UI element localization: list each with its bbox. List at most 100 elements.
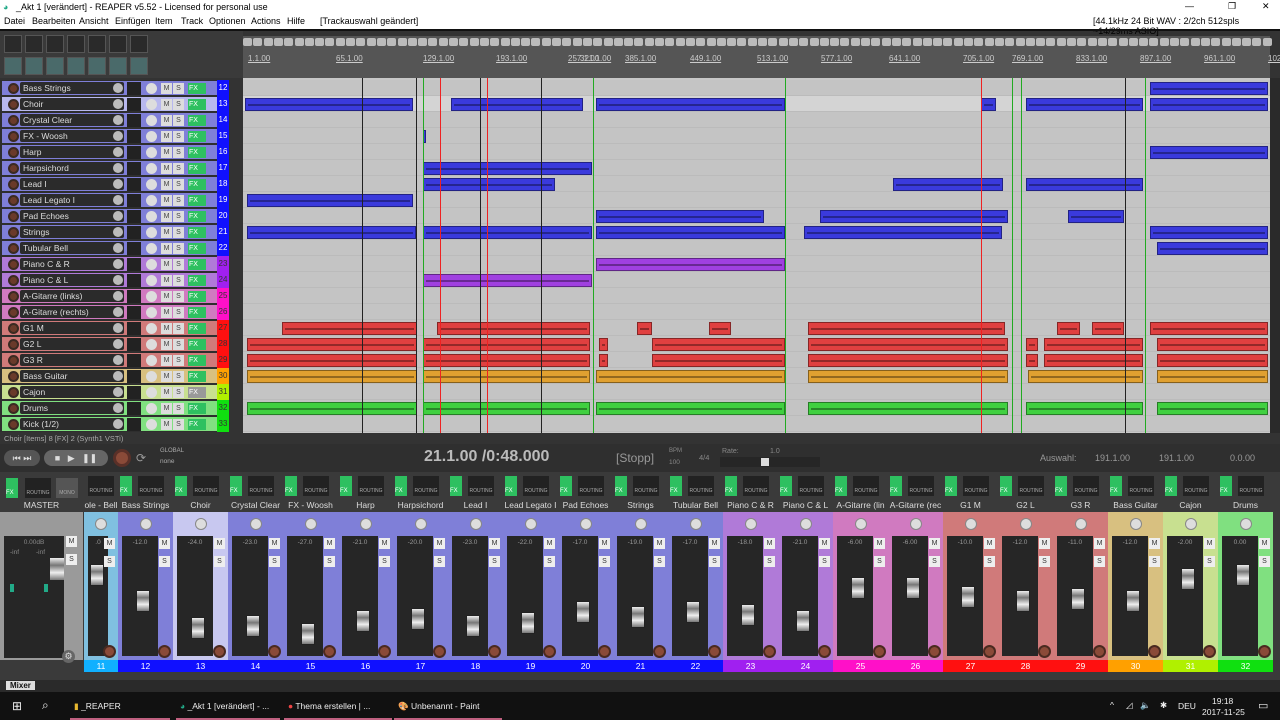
pan-knob[interactable] — [146, 259, 157, 270]
track-row[interactable]: Bass Strings M S FX 12 — [0, 80, 229, 96]
mute-button[interactable]: M — [161, 323, 172, 334]
toolbar-button-icon[interactable] — [67, 57, 85, 75]
ruler-measure-marker[interactable] — [1170, 38, 1179, 46]
ruler-measure-marker[interactable] — [521, 38, 531, 46]
maximize-button[interactable]: ❐ — [1228, 1, 1236, 12]
solo-button[interactable]: S — [1039, 556, 1050, 567]
fx-button[interactable]: FX — [188, 355, 206, 366]
track-name[interactable]: Choir — [20, 98, 124, 110]
track-name[interactable]: Bass Guitar — [20, 370, 124, 382]
volume-fader[interactable] — [411, 608, 425, 630]
media-item[interactable] — [808, 338, 1008, 351]
record-arm-button[interactable] — [488, 645, 501, 658]
clock-time[interactable]: 19:18 — [1212, 696, 1233, 706]
mute-button[interactable]: M — [161, 275, 172, 286]
volume-knob[interactable] — [113, 275, 123, 285]
settings-gear-icon[interactable]: ⚙ — [62, 650, 75, 663]
track-header[interactable]: A-Gitarre (rechts) M S FX — [2, 305, 217, 319]
solo-button[interactable]: S — [173, 403, 184, 414]
routing-button[interactable] — [127, 130, 141, 143]
ruler-measure-marker[interactable] — [902, 38, 912, 46]
menu-datei[interactable]: Datei — [4, 16, 25, 26]
pan-knob[interactable] — [1184, 518, 1197, 530]
volume-fader[interactable] — [136, 590, 150, 613]
solo-button[interactable]: S — [173, 371, 184, 382]
fx-button[interactable]: FX — [188, 83, 206, 94]
track-row[interactable]: Piano C & L M S FX 24 — [0, 272, 229, 288]
volume-fader[interactable] — [1126, 590, 1140, 613]
track-header[interactable]: G3 R M S FX — [2, 353, 217, 367]
ruler-measure-marker[interactable] — [366, 38, 376, 46]
track-lane[interactable] — [243, 416, 1270, 432]
routing-button[interactable]: ROUTING — [88, 476, 114, 496]
ruler-measure-marker[interactable] — [747, 38, 757, 46]
menu-track[interactable]: Track — [181, 16, 203, 26]
ruler-measure-marker[interactable] — [1221, 38, 1231, 46]
record-arm-button[interactable] — [213, 645, 226, 658]
track-row[interactable]: FX - Woosh M S FX 15 — [0, 128, 229, 144]
routing-button[interactable]: ROUTING — [963, 476, 989, 496]
media-item[interactable] — [1068, 210, 1124, 223]
track-header[interactable]: Crystal Clear M S FX — [2, 113, 217, 127]
ruler-measure-marker[interactable] — [459, 38, 469, 46]
ruler-measure-marker[interactable] — [397, 38, 407, 46]
media-item[interactable] — [596, 98, 785, 111]
media-item[interactable] — [1157, 242, 1268, 255]
track-row[interactable]: Drums M S FX 32 — [0, 400, 229, 416]
volume-knob[interactable] — [113, 115, 123, 125]
track-lane[interactable] — [243, 304, 1270, 320]
pan-knob[interactable] — [146, 387, 157, 398]
volume-value[interactable]: -19.0 — [617, 539, 653, 546]
ruler-measure-marker[interactable] — [449, 38, 458, 46]
track-name[interactable]: Pad Echoes — [20, 210, 124, 222]
repeat-toggle-icon[interactable]: ⟳ — [136, 451, 146, 465]
ruler-measure-marker[interactable] — [469, 38, 479, 46]
track-lane[interactable] — [243, 384, 1270, 400]
ruler-measure-marker[interactable] — [778, 38, 788, 46]
pan-knob[interactable] — [799, 518, 812, 530]
record-arm-button[interactable] — [8, 355, 19, 366]
pan-knob[interactable] — [146, 115, 157, 126]
mute-button[interactable]: M — [161, 291, 172, 302]
record-arm-button[interactable] — [598, 645, 611, 658]
mute-button[interactable]: M — [434, 538, 445, 549]
volume-value[interactable]: -27.0 — [287, 539, 323, 546]
menu-optionen[interactable]: Optionen — [209, 16, 246, 26]
fx-button[interactable]: FX — [188, 323, 206, 334]
track-name[interactable]: G3 R — [20, 354, 124, 366]
volume-fader[interactable] — [576, 601, 590, 624]
record-arm-button[interactable] — [8, 371, 19, 382]
mute-button[interactable]: M — [654, 538, 665, 549]
solo-button[interactable]: S — [173, 275, 184, 286]
solo-button[interactable]: S — [173, 195, 184, 206]
record-arm-button[interactable] — [763, 645, 776, 658]
windows-start-icon[interactable]: ⊞ — [12, 699, 22, 713]
track-name[interactable]: FX - Woosh — [20, 130, 124, 142]
toolbar-button-icon[interactable] — [109, 57, 127, 75]
pan-knob[interactable] — [146, 227, 157, 238]
track-name[interactable]: Piano C & R — [20, 258, 124, 270]
volume-knob[interactable] — [113, 387, 123, 397]
ruler-measure-marker[interactable] — [572, 38, 582, 46]
ruler-measure-marker[interactable] — [500, 38, 510, 46]
ruler-measure-marker[interactable] — [1087, 38, 1097, 46]
routing-button[interactable] — [127, 162, 141, 175]
ruler-measure-marker[interactable] — [562, 38, 572, 46]
mute-button[interactable]: M — [929, 538, 940, 549]
routing-button[interactable] — [127, 386, 141, 399]
volume-value[interactable]: -11.0 — [1057, 539, 1093, 546]
track-row[interactable]: G1 M M S FX 27 — [0, 320, 229, 336]
ruler-measure-marker[interactable] — [881, 38, 891, 46]
media-item[interactable] — [637, 322, 652, 335]
ruler-measure-marker[interactable] — [407, 38, 417, 46]
routing-button[interactable]: ROUTING — [138, 476, 164, 496]
media-item[interactable] — [423, 162, 592, 175]
volume-value[interactable]: -23.0 — [232, 539, 268, 546]
master-routing-button[interactable]: ROUTING — [25, 478, 51, 498]
routing-button[interactable]: ROUTING — [248, 476, 274, 496]
ruler-measure-marker[interactable] — [1067, 38, 1076, 46]
solo-button[interactable]: S — [159, 556, 170, 567]
volume-fader[interactable] — [851, 577, 865, 600]
network-icon[interactable]: ◿ — [1126, 700, 1133, 711]
fx-button[interactable]: FX — [188, 339, 206, 350]
